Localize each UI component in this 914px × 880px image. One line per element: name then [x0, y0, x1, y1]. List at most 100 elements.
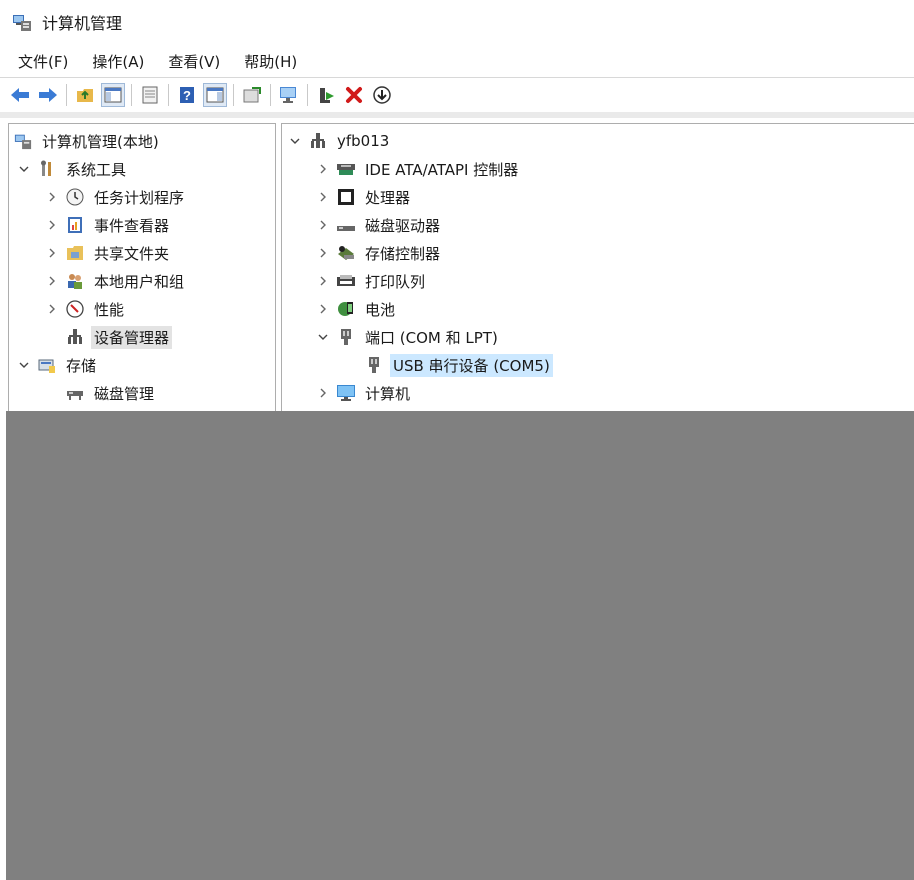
- toolbar-divider: [0, 112, 914, 118]
- battery-icon: [336, 299, 356, 319]
- device-category-storage-controllers[interactable]: 存储控制器: [316, 240, 443, 266]
- tree-item-storage[interactable]: 存储: [17, 352, 99, 378]
- tree-item-label: 本地用户和组: [94, 272, 185, 291]
- device-category-ports[interactable]: 端口 (COM 和 LPT): [316, 324, 501, 350]
- enable-device-icon[interactable]: [314, 83, 338, 107]
- chevron-right-icon[interactable]: [45, 274, 59, 288]
- toolbar-separator: [307, 84, 308, 106]
- performance-gauge-icon: [65, 299, 85, 319]
- properties-sheet-icon[interactable]: [138, 83, 162, 107]
- device-category-label: 处理器: [365, 188, 411, 207]
- tree-item-task-scheduler[interactable]: 任务计划程序: [45, 184, 187, 210]
- connect-computer-icon[interactable]: [277, 83, 301, 107]
- tree-item-label: 系统工具: [66, 160, 127, 179]
- printer-icon: [336, 271, 356, 291]
- device-tree-root[interactable]: yfb013: [288, 128, 392, 154]
- device-category-label: IDE ATA/ATAPI 控制器: [365, 160, 519, 179]
- monitor-icon: [336, 383, 356, 403]
- clock-icon: [65, 187, 85, 207]
- occluded-region: [6, 411, 914, 880]
- help-icon[interactable]: ?: [175, 83, 199, 107]
- back-arrow-icon[interactable]: [8, 83, 32, 107]
- device-category-label: 打印队列: [365, 272, 426, 291]
- tree-item-label: 事件查看器: [94, 216, 170, 235]
- forward-arrow-icon[interactable]: [36, 83, 60, 107]
- console-tree-pane[interactable]: 计算机管理(本地) 系统工具 任务计划程序 事件查看器 共享文件夹 本地用户和组: [8, 123, 276, 425]
- window-title: 计算机管理: [42, 14, 123, 33]
- device-category-label: 存储控制器: [365, 244, 441, 263]
- device-tree-pane[interactable]: yfb013 IDE ATA/ATAPI 控制器 处理器 磁盘驱动器 存储控制器: [281, 123, 914, 425]
- tree-item-local-users-groups[interactable]: 本地用户和组: [45, 268, 187, 294]
- toolbar-separator: [270, 84, 271, 106]
- device-label: USB 串行设备 (COM5): [390, 353, 553, 377]
- event-log-icon: [65, 215, 85, 235]
- chevron-right-icon[interactable]: [316, 274, 330, 288]
- users-icon: [65, 271, 85, 291]
- chevron-right-icon[interactable]: [45, 218, 59, 232]
- menu-view[interactable]: 查看(V): [166, 50, 222, 73]
- computer-management-icon: [12, 12, 32, 32]
- storage-controller-icon: [336, 243, 356, 263]
- chevron-right-icon[interactable]: [316, 386, 330, 400]
- chevron-right-icon[interactable]: [316, 190, 330, 204]
- chevron-right-icon[interactable]: [316, 246, 330, 260]
- chevron-right-icon[interactable]: [316, 162, 330, 176]
- menu-help[interactable]: 帮助(H): [242, 50, 299, 73]
- computer-name: yfb013: [337, 132, 390, 150]
- tree-item-shared-folders[interactable]: 共享文件夹: [45, 240, 172, 266]
- tree-item-device-manager[interactable]: 设备管理器: [65, 324, 173, 350]
- processor-icon: [336, 187, 356, 207]
- tree-item-system-tools[interactable]: 系统工具: [17, 156, 129, 182]
- show-action-pane-icon[interactable]: [203, 83, 227, 107]
- disk-drive-icon: [336, 215, 356, 235]
- tree-item-label: 磁盘管理: [94, 384, 155, 403]
- toolbar-separator: [233, 84, 234, 106]
- shared-folder-icon: [65, 243, 85, 263]
- tree-item-label: 计算机管理(本地): [42, 132, 159, 151]
- up-folder-icon[interactable]: [73, 83, 97, 107]
- tree-item-label: 任务计划程序: [94, 188, 185, 207]
- device-category-ide[interactable]: IDE ATA/ATAPI 控制器: [316, 156, 521, 182]
- device-category-label: 计算机: [365, 384, 411, 403]
- title-bar: 计算机管理: [0, 0, 914, 44]
- tree-item-label: 共享文件夹: [94, 244, 170, 263]
- menu-separator: [0, 77, 914, 78]
- chevron-right-icon[interactable]: [316, 302, 330, 316]
- export-list-icon[interactable]: [240, 83, 264, 107]
- chevron-right-icon[interactable]: [45, 302, 59, 316]
- device-category-computer[interactable]: 计算机: [316, 380, 413, 406]
- chevron-down-icon[interactable]: [316, 330, 330, 344]
- port-connector-icon: [364, 355, 384, 375]
- chevron-right-icon[interactable]: [316, 218, 330, 232]
- chevron-down-icon[interactable]: [17, 162, 31, 176]
- svg-text:?: ?: [183, 88, 191, 103]
- menu-file[interactable]: 文件(F): [16, 50, 70, 73]
- toolbar-separator: [131, 84, 132, 106]
- port-connector-icon: [336, 327, 356, 347]
- tree-item-disk-management[interactable]: 磁盘管理: [65, 380, 157, 406]
- tree-item-performance[interactable]: 性能: [45, 296, 127, 322]
- device-manager-icon: [65, 327, 85, 347]
- tree-item-event-viewer[interactable]: 事件查看器: [45, 212, 172, 238]
- scan-hardware-icon[interactable]: [370, 83, 394, 107]
- device-category-batteries[interactable]: 电池: [316, 296, 398, 322]
- device-category-print-queues[interactable]: 打印队列: [316, 268, 428, 294]
- storage-icon: [37, 355, 57, 375]
- tree-item-root[interactable]: 计算机管理(本地): [13, 128, 162, 154]
- disk-management-icon: [65, 383, 85, 403]
- device-usb-serial[interactable]: USB 串行设备 (COM5): [364, 352, 553, 378]
- chevron-right-icon[interactable]: [45, 190, 59, 204]
- chevron-right-icon[interactable]: [45, 246, 59, 260]
- computer-management-icon: [13, 131, 33, 151]
- computer-network-icon: [308, 131, 328, 151]
- show-hide-console-tree-icon[interactable]: [101, 83, 125, 107]
- uninstall-device-icon[interactable]: [342, 83, 366, 107]
- device-category-label: 电池: [365, 300, 396, 319]
- tree-item-label: 性能: [94, 300, 125, 319]
- device-category-disk-drives[interactable]: 磁盘驱动器: [316, 212, 443, 238]
- chevron-down-icon[interactable]: [288, 134, 302, 148]
- ide-controller-icon: [336, 159, 356, 179]
- menu-action[interactable]: 操作(A): [90, 50, 146, 73]
- device-category-processor[interactable]: 处理器: [316, 184, 413, 210]
- chevron-down-icon[interactable]: [17, 358, 31, 372]
